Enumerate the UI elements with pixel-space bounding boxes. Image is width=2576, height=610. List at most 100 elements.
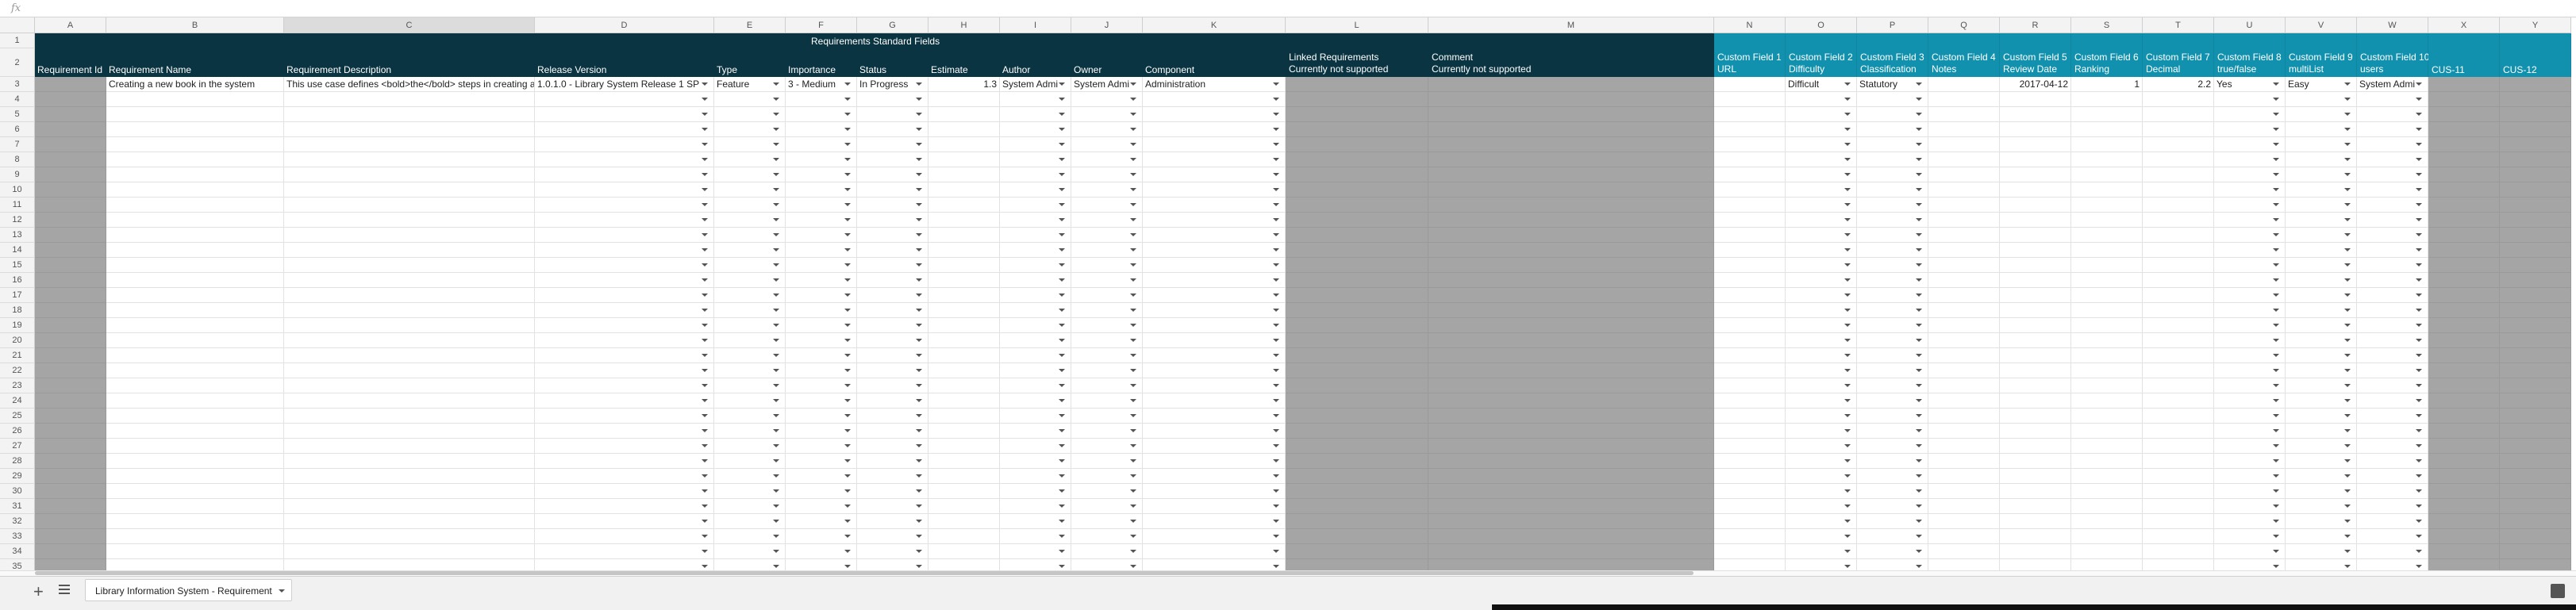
cell-g9[interactable] (857, 167, 929, 182)
cell-v7[interactable] (2286, 137, 2357, 152)
cell-q16[interactable] (1928, 273, 2000, 288)
cell-t4[interactable] (2143, 92, 2214, 107)
cell-h13[interactable] (929, 228, 1000, 243)
cell-i29[interactable] (1000, 469, 1071, 484)
cell-t31[interactable] (2143, 499, 2214, 514)
cell-f11[interactable] (786, 198, 857, 213)
cell-d17[interactable] (535, 288, 714, 303)
cell-q9[interactable] (1928, 167, 2000, 182)
cell-r30[interactable] (2000, 484, 2071, 499)
cell-u28[interactable] (2214, 454, 2286, 469)
cell-c24[interactable] (284, 393, 535, 409)
cell-j25[interactable] (1071, 409, 1143, 424)
cell-o20[interactable] (1786, 333, 1857, 348)
cell-g34[interactable] (857, 544, 929, 559)
cell-v24[interactable] (2286, 393, 2357, 409)
cell-q21[interactable] (1928, 348, 2000, 363)
cell-q23[interactable] (1928, 378, 2000, 393)
cell-k17[interactable] (1143, 288, 1286, 303)
cell-v28[interactable] (2286, 454, 2357, 469)
row-header-17[interactable]: 17 (0, 288, 35, 303)
cell-o31[interactable] (1786, 499, 1857, 514)
cell-j26[interactable] (1071, 424, 1143, 439)
cell-c20[interactable] (284, 333, 535, 348)
cell-w25[interactable] (2357, 409, 2428, 424)
cell-w6[interactable] (2357, 122, 2428, 137)
cell-q11[interactable] (1928, 198, 2000, 213)
cell-j30[interactable] (1071, 484, 1143, 499)
cell-c18[interactable] (284, 303, 535, 318)
cell-v6[interactable] (2286, 122, 2357, 137)
cell-t10[interactable] (2143, 182, 2214, 198)
cell-f9[interactable] (786, 167, 857, 182)
cell-c11[interactable] (284, 198, 535, 213)
cell-w17[interactable] (2357, 288, 2428, 303)
cell-f3[interactable]: 3 - Medium (786, 77, 857, 92)
cell-f10[interactable] (786, 182, 857, 198)
cell-h24[interactable] (929, 393, 1000, 409)
cell-o14[interactable] (1786, 243, 1857, 258)
cell-f6[interactable] (786, 122, 857, 137)
cell-v27[interactable] (2286, 439, 2357, 454)
cell-h14[interactable] (929, 243, 1000, 258)
cell-d32[interactable] (535, 514, 714, 529)
column-header-b[interactable]: B (106, 17, 284, 33)
cell-d15[interactable] (535, 258, 714, 273)
cell-g22[interactable] (857, 363, 929, 378)
scrollbar-thumb[interactable] (35, 571, 1694, 575)
cell-q14[interactable] (1928, 243, 2000, 258)
cell-v26[interactable] (2286, 424, 2357, 439)
cell-c21[interactable] (284, 348, 535, 363)
cell-w20[interactable] (2357, 333, 2428, 348)
cell-u31[interactable] (2214, 499, 2286, 514)
cell-r29[interactable] (2000, 469, 2071, 484)
row-header-9[interactable]: 9 (0, 167, 35, 182)
cell-k29[interactable] (1143, 469, 1286, 484)
cell-o30[interactable] (1786, 484, 1857, 499)
row-header-10[interactable]: 10 (0, 182, 35, 198)
cell-i12[interactable] (1000, 213, 1071, 228)
cell-d24[interactable] (535, 393, 714, 409)
cell-r17[interactable] (2000, 288, 2071, 303)
cell-w16[interactable] (2357, 273, 2428, 288)
cell-w27[interactable] (2357, 439, 2428, 454)
cell-k10[interactable] (1143, 182, 1286, 198)
cell-f5[interactable] (786, 107, 857, 122)
cell-k11[interactable] (1143, 198, 1286, 213)
cell-n28[interactable] (1714, 454, 1786, 469)
cell-h18[interactable] (929, 303, 1000, 318)
cell-v34[interactable] (2286, 544, 2357, 559)
cell-f22[interactable] (786, 363, 857, 378)
cell-e33[interactable] (714, 529, 786, 544)
cell-d28[interactable] (535, 454, 714, 469)
cell-q4[interactable] (1928, 92, 2000, 107)
row-header-7[interactable]: 7 (0, 137, 35, 152)
cell-v23[interactable] (2286, 378, 2357, 393)
cell-b27[interactable] (106, 439, 284, 454)
cell-i10[interactable] (1000, 182, 1071, 198)
cell-c30[interactable] (284, 484, 535, 499)
cell-p33[interactable] (1857, 529, 1928, 544)
cell-g23[interactable] (857, 378, 929, 393)
cell-u22[interactable] (2214, 363, 2286, 378)
column-header-x[interactable]: X (2428, 17, 2500, 33)
column-header-u[interactable]: U (2214, 17, 2286, 33)
cell-u16[interactable] (2214, 273, 2286, 288)
cell-w14[interactable] (2357, 243, 2428, 258)
cell-d31[interactable] (535, 499, 714, 514)
cell-u8[interactable] (2214, 152, 2286, 167)
cell-c14[interactable] (284, 243, 535, 258)
cell-i16[interactable] (1000, 273, 1071, 288)
cell-o18[interactable] (1786, 303, 1857, 318)
cell-n11[interactable] (1714, 198, 1786, 213)
cell-s19[interactable] (2071, 318, 2143, 333)
cell-t19[interactable] (2143, 318, 2214, 333)
cell-w13[interactable] (2357, 228, 2428, 243)
cell-s20[interactable] (2071, 333, 2143, 348)
row-header-21[interactable]: 21 (0, 348, 35, 363)
cell-j15[interactable] (1071, 258, 1143, 273)
cell-k8[interactable] (1143, 152, 1286, 167)
cell-r33[interactable] (2000, 529, 2071, 544)
cell-e31[interactable] (714, 499, 786, 514)
cell-p20[interactable] (1857, 333, 1928, 348)
